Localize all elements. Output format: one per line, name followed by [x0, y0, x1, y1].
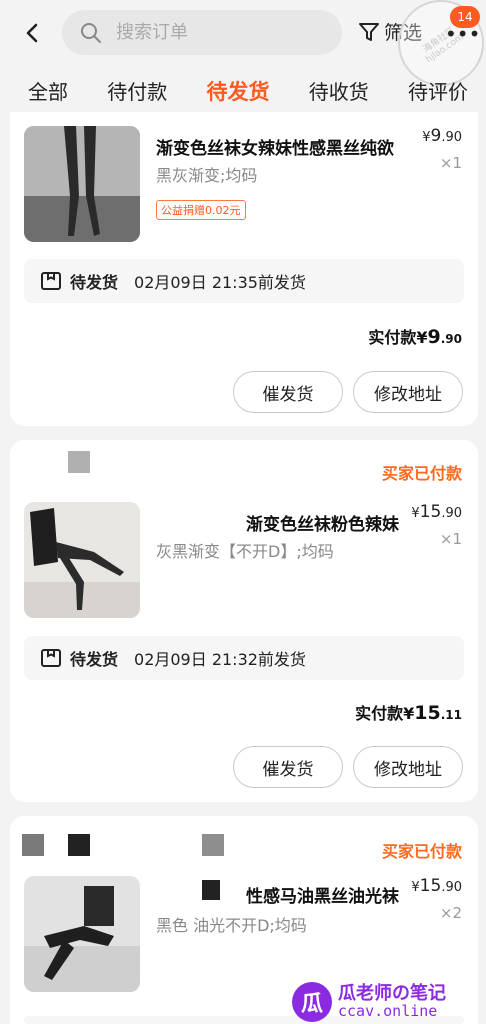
watermark-line-1: 瓜老师の笔记 [338, 982, 446, 1004]
store-name-redacted [202, 834, 224, 856]
overlay-watermark: 瓜 瓜老师の笔记 ccav.online [292, 980, 478, 1024]
charity-tag: 公益捐赠0.02元 [156, 200, 246, 220]
title-prefix-redacted [202, 880, 220, 900]
product-thumbnail[interactable] [24, 502, 140, 618]
watermark-line-2: ccav.online [338, 1001, 438, 1020]
product-thumbnail[interactable] [24, 876, 140, 992]
unit-price: ¥9.90 [422, 126, 462, 146]
product-title[interactable]: 渐变色丝袜粉色辣妹 [246, 510, 424, 535]
header: 筛选 海角社区 hjlao.com ••• 14 全部 待付款 待发货 待收货 … [0, 0, 486, 112]
tab-pending-review[interactable]: 待评价 [408, 72, 468, 112]
order-status: 买家已付款 [381, 464, 462, 483]
order-tabs: 全部 待付款 待发货 待收货 待评价 [0, 72, 486, 112]
tab-pending-payment[interactable]: 待付款 [107, 72, 167, 112]
paid-amount: 实付款¥9.90 [368, 326, 462, 348]
package-icon [41, 272, 61, 290]
product-title[interactable]: 渐变色丝袜女辣妹性感黑丝纯欲 [156, 134, 424, 159]
store-name-redacted [68, 834, 90, 856]
filter-icon [359, 22, 379, 41]
order-card[interactable]: 买家已付款 渐变色丝袜粉色辣妹 ¥15.90 ×1 灰黑渐变【不开D】;均码 待… [10, 440, 478, 802]
package-icon [41, 649, 61, 667]
quantity: ×2 [439, 904, 462, 922]
shipping-status: 待发货 02月09日 21:32前发货 [24, 636, 464, 680]
tab-all[interactable]: 全部 [28, 72, 68, 112]
store-avatar-redacted [68, 451, 90, 473]
product-spec: 灰黑渐变【不开D】;均码 [156, 542, 334, 561]
paid-amount: 实付款¥15.11 [355, 702, 462, 724]
watermark-logo-icon: 瓜 [292, 982, 332, 1022]
urge-shipment-button[interactable]: 催发货 [233, 371, 343, 413]
shipping-status: 待发货 02月09日 21:35前发货 [24, 259, 464, 303]
change-address-button[interactable]: 修改地址 [353, 371, 463, 413]
search-bar[interactable] [62, 10, 342, 55]
product-spec: 黑灰渐变;均码 [156, 166, 258, 185]
tab-pending-receipt[interactable]: 待收货 [309, 72, 369, 112]
unit-price: ¥15.90 [411, 502, 462, 522]
product-title[interactable]: 性感马油黑丝油光袜 [246, 882, 424, 907]
product-thumbnail[interactable] [24, 126, 140, 242]
search-icon [81, 22, 101, 43]
back-arrow-icon[interactable] [18, 18, 48, 48]
quantity: ×1 [439, 530, 462, 548]
tab-pending-shipment[interactable]: 待发货 [207, 72, 270, 112]
urge-shipment-button[interactable]: 催发货 [233, 746, 343, 788]
search-input[interactable] [114, 21, 318, 44]
change-address-button[interactable]: 修改地址 [353, 746, 463, 788]
order-status: 买家已付款 [381, 842, 462, 861]
store-avatar-redacted [22, 834, 44, 856]
unit-price: ¥15.90 [411, 876, 462, 896]
order-card[interactable]: 渐变色丝袜女辣妹性感黑丝纯欲 ¥9.90 ×1 黑灰渐变;均码 公益捐赠0.02… [10, 112, 478, 426]
quantity: ×1 [439, 154, 462, 172]
product-spec: 黑色 油光不开D;均码 [156, 916, 307, 935]
notification-badge: 14 [450, 6, 480, 28]
